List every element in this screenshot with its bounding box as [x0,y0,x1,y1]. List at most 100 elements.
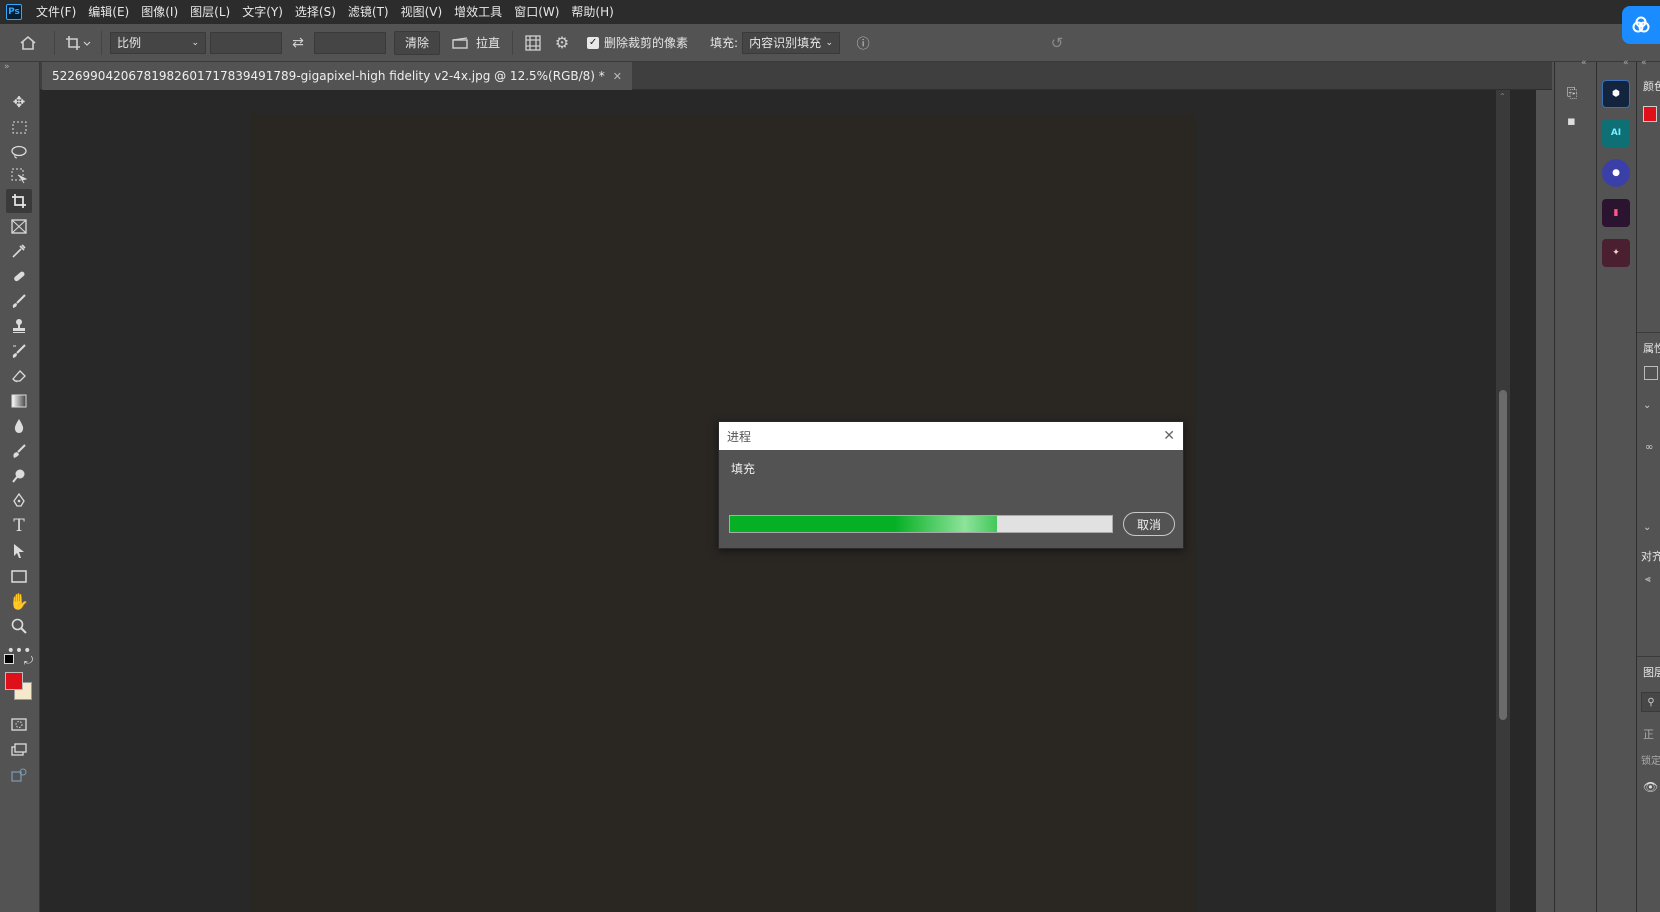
plugin-3-icon[interactable]: ● [1602,159,1630,187]
reset-icon[interactable]: ↺ [1042,32,1072,54]
progress-bar [729,515,1113,533]
lasso-tool-icon[interactable] [6,140,32,164]
cloud-sync-icon[interactable] [1622,6,1660,44]
brush-tool-icon[interactable] [6,289,32,313]
menu-select[interactable]: 选择(S) [289,0,342,24]
menu-type[interactable]: 文字(Y) [236,0,289,24]
expand-toolbar-icon[interactable]: » [4,62,10,72]
layers-panel-label[interactable]: 图层 [1643,664,1660,680]
frame-tool-icon[interactable] [6,214,32,238]
type-tool-icon[interactable]: T [6,514,32,538]
eyedropper-tool-icon[interactable] [6,239,32,263]
delete-cropped-label: 删除裁剪的像素 [604,36,689,50]
history-panel-icon[interactable]: ⎘ [1567,86,1585,104]
menu-bar: Ps 文件(F) 编辑(E) 图像(I) 图层(L) 文字(Y) 选择(S) 滤… [0,0,1660,24]
hand-tool-icon[interactable]: ✋ [6,589,32,613]
crop-tool-icon[interactable] [6,189,32,213]
fill-label: 填充: [710,36,739,50]
fill-select[interactable]: 内容识别填充 ⌄ [742,31,841,54]
ratio-select[interactable]: 比例 ⌄ [110,31,206,54]
default-colors-icon[interactable] [4,654,14,664]
menu-file[interactable]: 文件(F) [30,0,82,24]
chevron-down-icon[interactable]: ⌄ [1643,400,1651,411]
menu-help[interactable]: 帮助(H) [565,0,619,24]
width-input[interactable] [210,31,282,54]
foreground-color-swatch[interactable] [5,672,23,690]
panel-foreground-swatch[interactable] [1643,106,1657,122]
swap-colors-icon[interactable]: ⤾ [24,654,33,668]
chevron-down-icon[interactable]: ⌄ [1643,522,1651,533]
info-icon[interactable]: ⓘ [848,32,878,54]
straighten-icon[interactable] [446,32,474,54]
edit-toolbar-icon[interactable] [6,764,32,788]
height-input[interactable] [314,31,386,54]
dialog-title: 进程 [727,429,752,444]
gradient-tool-icon[interactable] [6,389,32,413]
menu-filter[interactable]: 滤镜(T) [342,0,395,24]
gear-icon[interactable]: ⚙ [547,32,577,54]
home-icon[interactable] [8,28,48,58]
object-select-tool-icon[interactable] [6,164,32,188]
menu-view[interactable]: 视图(V) [395,0,449,24]
search-icon[interactable]: ⚲ [1641,692,1660,712]
plugin-ai-icon[interactable]: AI [1602,119,1630,147]
eye-icon[interactable]: 👁 [1643,780,1658,794]
history-brush-tool-icon[interactable] [6,339,32,363]
clear-button[interactable]: 清除 [394,30,441,55]
cancel-button[interactable]: 取消 [1123,512,1175,536]
scrollbar-thumb[interactable] [1499,390,1507,720]
color-panel-label[interactable]: 颜色 [1643,78,1660,94]
progress-label: 填充 [731,462,756,476]
fill-select-value: 内容识别填充 [749,36,822,50]
align-left-icon[interactable]: ⫷ [1645,574,1651,585]
marquee-tool-icon[interactable] [6,115,32,139]
swap-icon[interactable]: ⇄ [282,32,314,54]
collapse-panels-icon[interactable]: « [1581,58,1587,68]
plugin-1-icon[interactable]: ⬢ [1602,80,1630,108]
collapse-plugins-icon[interactable]: « [1623,58,1629,68]
document-tab-title: 522699042067819826017178394917​89-gigapi… [52,69,605,83]
menu-window[interactable]: 窗口(W) [508,0,565,24]
image-properties-icon [1644,366,1658,380]
menu-plugins[interactable]: 增效工具 [448,0,508,24]
comments-panel-icon[interactable]: ▪ [1567,114,1585,132]
progress-dialog: 进程 ✕ 填充 取消 [718,421,1184,549]
tools-panel: » ✥ T ✋ ••• ⤾ [0,62,40,912]
close-icon[interactable]: ✕ [1163,428,1175,444]
delete-cropped-checkbox[interactable]: ✓ [587,36,600,49]
grid-overlay-icon[interactable] [519,32,547,54]
document-tabs: 522699042067819826017178394917​89-gigapi… [40,62,1552,90]
scroll-up-icon[interactable]: ⌃ [1499,92,1506,101]
blur-tool-icon[interactable] [6,414,32,438]
quick-mask-icon[interactable] [6,712,32,736]
document-tab[interactable]: 522699042067819826017178394917​89-gigapi… [42,62,632,90]
blend-mode-select[interactable]: 正 [1643,726,1654,742]
clone-stamp-tool-icon[interactable] [6,314,32,338]
menu-image[interactable]: 图像(I) [135,0,184,24]
eraser-tool-icon[interactable] [6,364,32,388]
link-icon[interactable]: ∞ [1645,442,1653,453]
properties-panel-label[interactable]: 属性 [1643,340,1660,356]
path-selection-tool-icon[interactable] [6,539,32,563]
plugin-4-icon[interactable]: ▮ [1602,199,1630,227]
rectangle-tool-icon[interactable] [6,564,32,588]
move-tool-icon[interactable]: ✥ [6,90,32,114]
lock-label: 锁定 [1641,756,1660,767]
screen-mode-icon[interactable] [6,737,32,761]
pen-tool-icon[interactable] [6,489,32,513]
plugin-5-icon[interactable]: ✦ [1602,239,1630,267]
healing-brush-tool-icon[interactable] [6,264,32,288]
close-tab-icon[interactable]: ✕ [613,70,622,83]
menu-layer[interactable]: 图层(L) [184,0,236,24]
canvas-vertical-scrollbar[interactable]: ⌃ [1496,90,1510,912]
zoom-tool-icon[interactable] [6,614,32,638]
dodge-tool-icon[interactable] [6,464,32,488]
straighten-label[interactable]: 拉直 [476,34,500,51]
panels-column: « 颜色 属性 ⌄ ∞ ⌄ 对齐 ⫷ 图层 ⚲ 正 锁定 👁 [1636,58,1660,912]
smudge-tool-icon[interactable] [6,439,32,463]
menu-edit[interactable]: 编辑(E) [82,0,135,24]
crop-preset-icon[interactable] [61,28,95,58]
photoshop-window: Ps 文件(F) 编辑(E) 图像(I) 图层(L) 文字(Y) 选择(S) 滤… [0,0,1660,912]
collapse-right-icon[interactable]: « [1641,58,1647,68]
plugins-dock: « ⬢ AI ● ▮ ✦ [1596,58,1634,912]
